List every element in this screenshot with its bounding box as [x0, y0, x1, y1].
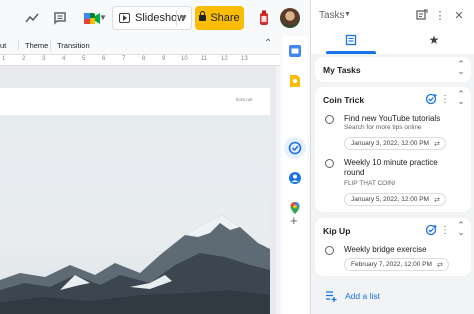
tasks-icon[interactable]	[288, 141, 302, 155]
activity-trend-icon[interactable]	[22, 8, 42, 28]
ruler-tick: 7	[122, 56, 126, 62]
task-date: January 3, 2022, 12:00 PM	[351, 140, 430, 147]
extension-icon[interactable]	[254, 8, 274, 28]
ruler-tick: 12	[221, 56, 228, 62]
add-icon[interactable]: +	[290, 214, 304, 228]
ruler-tick: 13	[241, 56, 248, 62]
task-list-name[interactable]: Coin Trick	[323, 95, 364, 105]
mountain-image	[0, 215, 270, 314]
task-list-card: Coin Trick ⋮ ⌃ ⌄ Find new YouTube tutoria…	[315, 87, 471, 212]
menu-layout[interactable]: ut	[0, 41, 6, 50]
ruler-tick: 5	[82, 56, 86, 62]
expand-collapse-icon[interactable]: ⌃ ⌄	[455, 60, 467, 76]
task-notes: Search for more tips online	[344, 124, 422, 131]
open-in-new-tab-icon[interactable]	[415, 8, 429, 22]
collapse-toolbar-icon[interactable]: ⌃	[264, 38, 272, 49]
menu-divider	[50, 40, 51, 50]
slide-menubar: ut Theme Transition ⌃	[0, 36, 280, 54]
repeat-icon: ⇄	[436, 261, 443, 269]
task-title[interactable]: Weekly 10 minute practice round	[344, 158, 444, 178]
slide[interactable]: ticks.net	[0, 88, 270, 314]
slides-icon[interactable]	[288, 44, 302, 58]
collapse-list-icon[interactable]: ⌃ ⌄	[455, 90, 467, 106]
add-list-label: Add a list	[345, 291, 380, 301]
ruler-tick: 3	[42, 56, 46, 62]
slideshow-dropdown-icon[interactable]: ▼	[180, 13, 188, 22]
user-avatar[interactable]	[280, 8, 300, 28]
active-tab-indicator	[326, 51, 376, 54]
more-options-icon[interactable]: ⋮	[433, 8, 447, 22]
my-tasks-label: My Tasks	[323, 65, 361, 75]
close-icon[interactable]: ✕	[452, 8, 466, 22]
share-button[interactable]: Share	[195, 6, 244, 30]
tasks-dropdown-icon[interactable]: ▼	[344, 11, 351, 18]
tasks-list-icon	[345, 34, 357, 46]
meet-dropdown-icon[interactable]: ▼	[99, 13, 107, 22]
tab-starred[interactable]: ★	[424, 32, 444, 48]
slide-caption: ticks.net	[236, 97, 253, 102]
task-date: February 7, 2022, 12:00 PM	[351, 261, 432, 268]
lock-icon	[199, 11, 207, 21]
ruler-tick: 4	[62, 56, 66, 62]
add-task-icon[interactable]	[425, 224, 437, 236]
side-panel-rail: +	[282, 36, 308, 314]
task-date-chip[interactable]: January 5, 2022, 12:00 PM ⇄	[344, 193, 446, 206]
tasks-panel: Tasks ▼ ⋮ ✕ ★ My Tasks ⌃ ⌄ Coin Trick ⋮ …	[310, 0, 474, 314]
add-list-button[interactable]: Add a list	[315, 283, 471, 309]
my-tasks-card[interactable]: My Tasks ⌃ ⌄	[315, 57, 471, 82]
menu-theme[interactable]: Theme	[25, 41, 48, 50]
slideshow-icon	[119, 13, 130, 23]
task-date-chip[interactable]: February 7, 2022, 12:00 PM ⇄	[344, 258, 449, 271]
slide-scrollbar[interactable]	[276, 66, 280, 314]
tasks-header: Tasks ▼ ⋮ ✕ ★	[311, 0, 474, 54]
task-complete-checkbox[interactable]	[325, 159, 334, 168]
list-options-icon[interactable]: ⋮	[439, 224, 451, 236]
repeat-icon: ⇄	[434, 196, 440, 204]
menu-transition[interactable]: Transition	[57, 41, 90, 50]
task-date: January 5, 2022, 12:00 PM	[351, 196, 430, 203]
ruler-tick: 2	[22, 56, 26, 62]
add-list-icon	[326, 291, 337, 302]
slideshow-button[interactable]: Slideshow ▼	[112, 6, 192, 30]
app-window: ▼ Slideshow ▼ Share ut Theme Transition …	[0, 0, 474, 314]
ruler-tick: 1	[2, 56, 6, 62]
task-list-card: Kip Up ⋮ ⌃ ⌄ Weekly bridge exercise Febru…	[315, 218, 471, 276]
ruler-tick: 6	[102, 56, 106, 62]
collapse-list-icon[interactable]: ⌃ ⌄	[455, 221, 467, 237]
keep-icon[interactable]	[288, 74, 302, 88]
mountain-photo[interactable]	[0, 115, 270, 314]
tab-my-tasks[interactable]	[341, 32, 361, 48]
repeat-icon: ⇄	[434, 140, 440, 148]
tasks-title[interactable]: Tasks	[319, 10, 345, 21]
slideshow-label: Slideshow	[135, 12, 186, 24]
slideshow-divider	[176, 10, 177, 26]
task-complete-checkbox[interactable]	[325, 115, 334, 124]
ruler-tick: 10	[181, 56, 188, 62]
list-options-icon[interactable]: ⋮	[439, 93, 451, 105]
task-notes: FLIP THAT COIN!	[344, 180, 396, 187]
top-toolbar: ▼ Slideshow ▼ Share	[0, 0, 300, 36]
contacts-icon[interactable]	[288, 171, 302, 185]
task-list-name[interactable]: Kip Up	[323, 226, 350, 236]
task-date-chip[interactable]: January 3, 2022, 12:00 PM ⇄	[344, 137, 446, 150]
add-task-icon[interactable]	[425, 93, 437, 105]
task-title[interactable]: Weekly bridge exercise	[344, 245, 454, 255]
ruler-tick: 9	[162, 56, 166, 62]
star-icon: ★	[428, 33, 440, 47]
task-title[interactable]: Find new YouTube tutorials	[344, 114, 454, 124]
ruler-tick: 11	[201, 56, 208, 62]
horizontal-ruler: 1 2 3 4 5 6 7 8 9 10 11 12 13	[0, 54, 280, 66]
comment-icon[interactable]	[50, 8, 70, 28]
menu-divider	[18, 40, 19, 50]
ruler-tick: 8	[142, 56, 146, 62]
share-label: Share	[210, 12, 240, 24]
task-complete-checkbox[interactable]	[325, 246, 334, 255]
